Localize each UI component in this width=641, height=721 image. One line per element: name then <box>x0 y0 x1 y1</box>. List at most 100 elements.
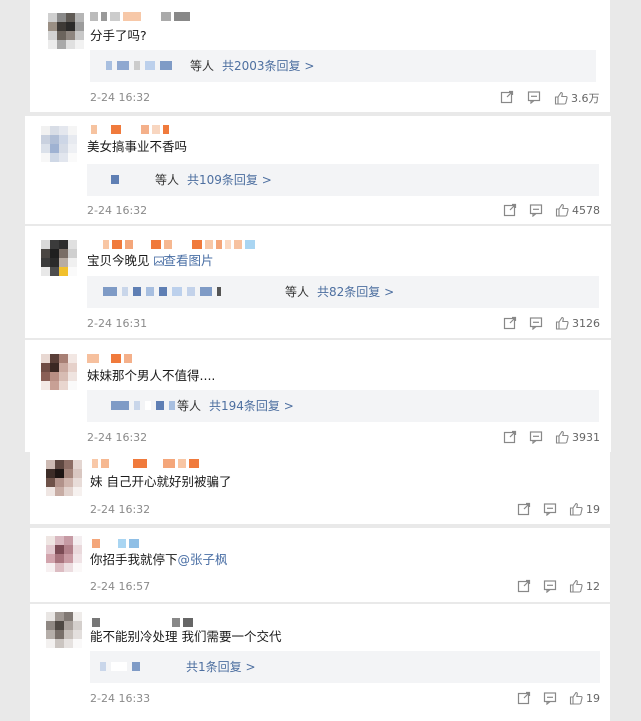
share-icon[interactable] <box>503 203 517 217</box>
username-redacted[interactable] <box>92 616 193 628</box>
avatar[interactable] <box>48 13 84 49</box>
timestamp: 2-24 16:57 <box>90 580 151 593</box>
like-icon <box>569 579 583 593</box>
comment-card: 能不能别冷处理 我们需要一个交代 共1条回复 > 2-24 16:33 19 <box>30 604 610 721</box>
username-redacted[interactable] <box>92 537 139 549</box>
avatar[interactable] <box>41 126 77 162</box>
reply-count-link[interactable]: 共109条回复 > <box>187 173 272 187</box>
comment-text: 能不能别冷处理 我们需要一个交代 <box>90 629 282 644</box>
comment-text: 妹 自己开心就好别被骗了 <box>90 474 232 489</box>
comment-card: 分手了吗? 等人 共2003条回复 > 2-24 16:32 3.6万 <box>30 0 610 112</box>
comment-card: 你招手我就停下@张子枫 2-24 16:57 12 <box>30 528 610 602</box>
mention-link[interactable]: @张子枫 <box>178 552 228 567</box>
share-icon[interactable] <box>503 316 517 330</box>
avatar[interactable] <box>41 354 77 390</box>
like-button[interactable]: 4578 <box>555 203 600 217</box>
share-icon[interactable] <box>517 579 531 593</box>
username-redacted[interactable] <box>90 10 190 22</box>
comment-body: 宝贝今晚见 <box>87 253 150 268</box>
timestamp: 2-24 16:32 <box>87 204 148 217</box>
reply-summary[interactable]: 等人 共194条回复 > <box>177 398 294 414</box>
image-icon <box>153 256 164 266</box>
avatar[interactable] <box>46 460 82 496</box>
view-image-label: 查看图片 <box>163 253 214 268</box>
like-button[interactable]: 12 <box>569 579 600 593</box>
like-icon <box>569 502 583 516</box>
comment-icon[interactable] <box>529 203 543 217</box>
comment-icon[interactable] <box>529 430 543 444</box>
comment-card: 妹妹那个男人不值得.... 等人 共194条回复 > 2-24 16:32 393… <box>25 340 611 452</box>
timestamp: 2-24 16:32 <box>90 91 151 104</box>
share-icon[interactable] <box>517 502 531 516</box>
reply-preview[interactable]: 等人 共109条回复 > <box>87 164 599 196</box>
username-redacted[interactable] <box>92 457 199 469</box>
view-image-link[interactable]: 查看图片 <box>153 253 214 268</box>
like-icon <box>555 316 569 330</box>
comment-icon[interactable] <box>529 316 543 330</box>
like-count: 3126 <box>572 316 600 330</box>
reply-who: 等人 <box>177 399 202 413</box>
reply-count-link[interactable]: 共194条回复 > <box>209 399 294 413</box>
reply-who: 等人 <box>285 285 310 299</box>
username-redacted[interactable] <box>103 238 255 250</box>
like-count: 3931 <box>572 430 600 444</box>
reply-preview[interactable]: 等人 共2003条回复 > <box>90 50 596 82</box>
reply-names-redacted <box>111 401 175 410</box>
reply-summary[interactable]: 共1条回复 > <box>186 659 256 675</box>
reply-who: 等人 <box>155 173 180 187</box>
reply-names-redacted <box>111 175 119 184</box>
reply-preview[interactable]: 等人 共194条回复 > <box>87 390 599 422</box>
avatar[interactable] <box>41 240 77 276</box>
comment-text: 宝贝今晚见 查看图片 <box>87 253 214 269</box>
reply-preview[interactable]: 等人 共82条回复 > <box>87 276 599 308</box>
reply-names-redacted <box>106 61 172 70</box>
comment-icon[interactable] <box>543 691 557 705</box>
like-button[interactable]: 19 <box>569 502 600 516</box>
like-count: 19 <box>586 691 600 705</box>
timestamp: 2-24 16:31 <box>87 317 148 330</box>
timestamp: 2-24 16:33 <box>90 692 151 705</box>
like-icon <box>554 91 568 105</box>
like-button[interactable]: 3126 <box>555 316 600 330</box>
avatar[interactable] <box>46 536 82 572</box>
like-count: 3.6万 <box>571 92 600 105</box>
like-icon <box>555 203 569 217</box>
share-icon[interactable] <box>500 90 514 104</box>
share-icon[interactable] <box>517 691 531 705</box>
comment-card: 美女搞事业不香吗 等人 共109条回复 > 2-24 16:32 4578 <box>25 116 611 224</box>
reply-count-link[interactable]: 共1条回复 > <box>186 660 256 674</box>
username-redacted[interactable] <box>87 352 132 364</box>
comment-text: 妹妹那个男人不值得.... <box>87 368 216 383</box>
reply-preview[interactable]: 共1条回复 > <box>90 651 600 683</box>
reply-summary[interactable]: 等人 共109条回复 > <box>155 172 272 188</box>
like-button[interactable]: 19 <box>569 691 600 705</box>
like-count: 12 <box>586 579 600 593</box>
reply-names-redacted <box>103 287 221 296</box>
share-icon[interactable] <box>503 430 517 444</box>
comment-card: 妹 自己开心就好别被骗了 2-24 16:32 19 <box>30 452 610 524</box>
reply-count-link[interactable]: 共82条回复 > <box>317 285 394 299</box>
comment-body: 你招手我就停下 <box>90 552 178 567</box>
comment-icon[interactable] <box>527 90 541 104</box>
reply-summary[interactable]: 等人 共82条回复 > <box>285 284 394 300</box>
like-count: 19 <box>586 502 600 516</box>
comment-icon[interactable] <box>543 579 557 593</box>
comment-icon[interactable] <box>543 502 557 516</box>
like-button[interactable]: 3.6万 <box>554 90 600 106</box>
reply-summary[interactable]: 等人 共2003条回复 > <box>190 58 314 74</box>
reply-names-redacted <box>100 662 140 671</box>
reply-who: 等人 <box>190 59 215 73</box>
comment-text: 你招手我就停下@张子枫 <box>90 552 228 568</box>
avatar[interactable] <box>46 612 82 648</box>
reply-count-link[interactable]: 共2003条回复 > <box>222 59 314 73</box>
like-icon <box>555 430 569 444</box>
comment-text: 美女搞事业不香吗 <box>87 139 188 154</box>
like-icon <box>569 691 583 705</box>
username-redacted[interactable] <box>91 123 169 135</box>
comment-card: 宝贝今晚见 查看图片 等人 共82条回复 > 2-24 16:31 3126 <box>25 226 611 338</box>
timestamp: 2-24 16:32 <box>90 503 151 516</box>
comment-text: 分手了吗? <box>90 28 147 43</box>
like-count: 4578 <box>572 203 600 217</box>
like-button[interactable]: 3931 <box>555 430 600 444</box>
timestamp: 2-24 16:32 <box>87 431 148 444</box>
